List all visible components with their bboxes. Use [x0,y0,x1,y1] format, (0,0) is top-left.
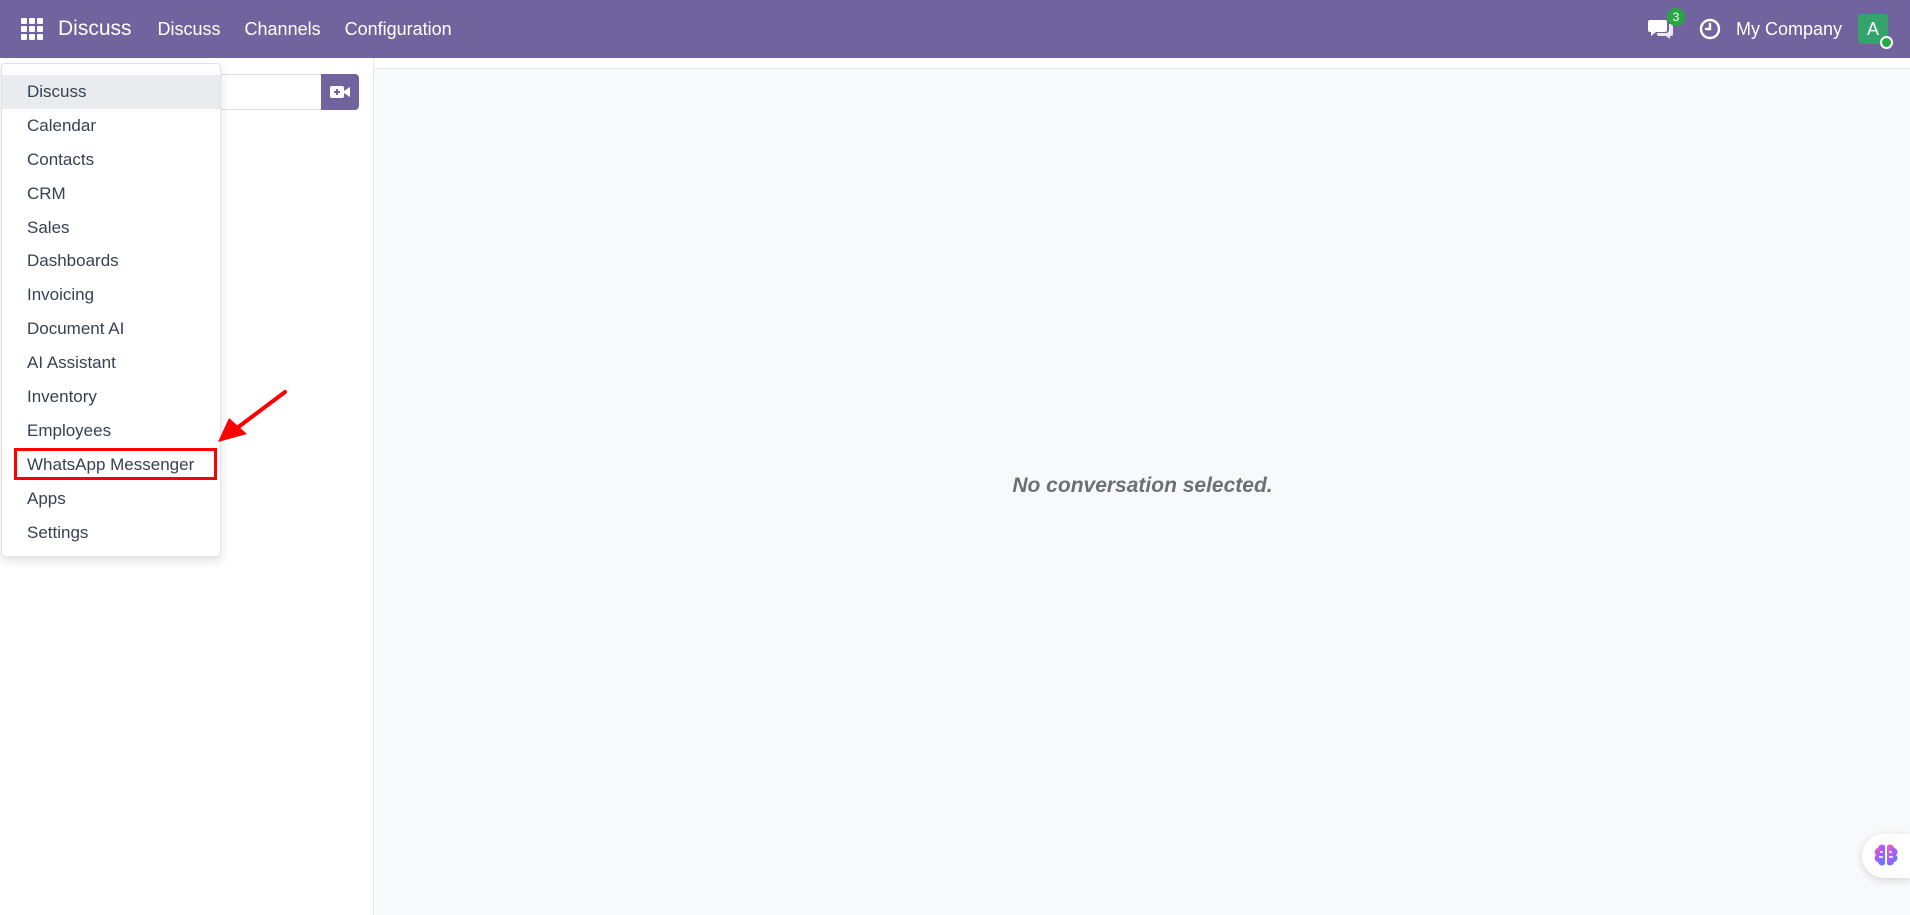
start-meeting-button[interactable] [321,74,359,110]
app-item-crm[interactable]: CRM [2,177,220,211]
app-item-settings[interactable]: Settings [2,516,220,550]
app-item-calendar[interactable]: Calendar [2,109,220,143]
app-item-whatsapp-messenger[interactable]: WhatsApp Messenger [2,448,220,482]
online-status-dot [1880,36,1893,49]
ai-assistant-button[interactable] [1862,834,1910,878]
apps-grid-icon[interactable] [21,18,43,40]
app-item-contacts[interactable]: Contacts [2,143,220,177]
app-item-sales[interactable]: Sales [2,211,220,245]
app-brand[interactable]: Discuss [58,17,132,41]
company-switcher[interactable]: My Company [1736,19,1842,40]
activity-clock-icon[interactable] [1699,18,1721,40]
app-item-employees[interactable]: Employees [2,414,220,448]
apps-dropdown-menu: Discuss Calendar Contacts CRM Sales Dash… [1,63,221,557]
no-conversation-message: No conversation selected. [1012,474,1273,497]
app-item-inventory[interactable]: Inventory [2,380,220,414]
messages-badge: 3 [1666,8,1685,26]
avatar-initial: A [1866,19,1879,39]
nav-channels[interactable]: Channels [245,19,321,40]
app-item-invoicing[interactable]: Invoicing [2,278,220,312]
app-item-apps[interactable]: Apps [2,482,220,516]
brain-icon [1874,844,1898,866]
app-item-discuss[interactable]: Discuss [2,75,220,109]
app-item-dashboards[interactable]: Dashboards [2,244,220,278]
messages-icon[interactable]: 3 [1647,8,1685,41]
conversation-area: No conversation selected. [375,69,1910,915]
nav-discuss[interactable]: Discuss [158,19,221,40]
nav-configuration[interactable]: Configuration [345,19,452,40]
app-item-document-ai[interactable]: Document AI [2,312,220,346]
user-avatar[interactable]: A [1858,14,1893,49]
app-item-ai-assistant[interactable]: AI Assistant [2,346,220,380]
top-navbar: Discuss Discuss Channels Configuration 3… [0,0,1910,58]
sidebar-search-input[interactable] [210,74,322,110]
video-plus-icon [330,86,350,98]
